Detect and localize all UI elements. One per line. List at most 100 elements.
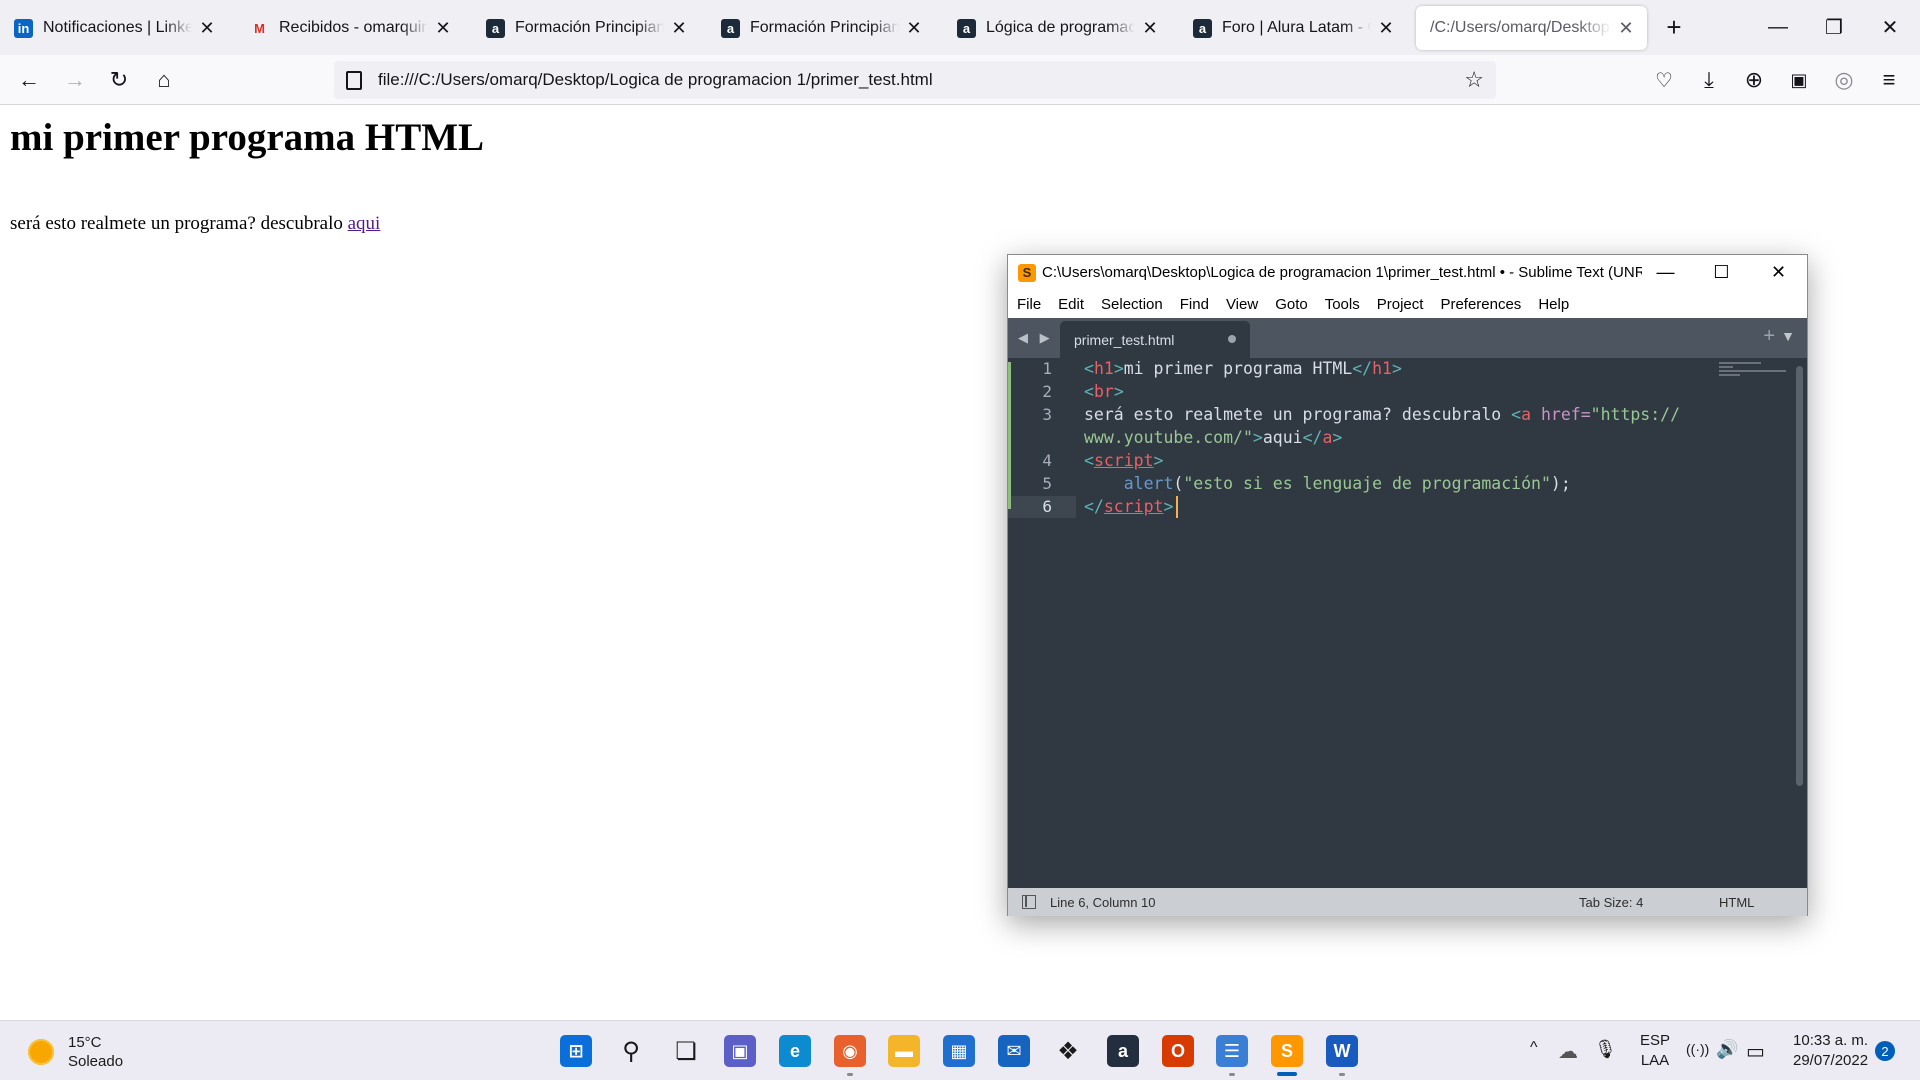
browser-tab-alura-2[interactable]: a Formación Principiante en Programación… [707, 6, 935, 50]
url-text[interactable]: file:///C:/Users/omarq/Desktop/Logica de… [378, 70, 1464, 90]
tab-close-icon[interactable]: ✕ [432, 17, 454, 39]
bookmark-star-icon[interactable]: ☆ [1464, 67, 1484, 93]
tab-nav-arrows-icon[interactable]: ◀ ▶ [1018, 330, 1054, 346]
code-line-4: <script> [1084, 451, 1164, 470]
microphone-icon[interactable]: 🎙 [1594, 1039, 1617, 1060]
notification-count-badge[interactable]: 2 [1875, 1041, 1895, 1061]
app-menu-icon[interactable]: ≡ [1872, 63, 1906, 97]
account-icon[interactable]: ◎ [1827, 63, 1861, 97]
forward-arrow-icon[interactable]: → [58, 63, 92, 97]
show-hidden-icons-chevron-icon[interactable]: ^ [1530, 1039, 1538, 1057]
line-number: 4 [1042, 451, 1052, 470]
sublime-window-title: C:\Users\omarq\Desktop\Logica de program… [1042, 264, 1642, 281]
tab-close-icon[interactable]: ✕ [903, 17, 925, 39]
browser-tab-gmail[interactable]: M Recibidos - omarquintero ✕ [236, 6, 464, 50]
menu-selection[interactable]: Selection [1101, 296, 1163, 313]
menu-view[interactable]: View [1226, 296, 1258, 313]
tab-list-dropdown-icon[interactable]: ▼ [1781, 328, 1795, 344]
microsoft-store-icon[interactable]: ▦ [943, 1035, 975, 1067]
sublime-minimize-icon[interactable]: — [1637, 255, 1694, 290]
code-editor[interactable]: 1 2 3 4 5 6 <h1>mi primer programa HTML<… [1008, 358, 1807, 888]
sublime-title-bar[interactable]: S C:\Users\omarq\Desktop\Logica de progr… [1008, 255, 1807, 290]
weather-temperature: 15°C [68, 1034, 102, 1051]
menu-file[interactable]: File [1017, 296, 1041, 313]
address-bar[interactable]: file:///C:/Users/omarq/Desktop/Logica de… [334, 61, 1496, 99]
tab-close-icon[interactable]: ✕ [196, 17, 218, 39]
tab-close-icon[interactable]: ✕ [668, 17, 690, 39]
tab-close-icon[interactable]: ✕ [1615, 17, 1637, 39]
cursor-position[interactable]: Line 6, Column 10 [1050, 895, 1156, 910]
tab-title: Formación Principiante en Programación [750, 19, 899, 36]
menu-goto[interactable]: Goto [1275, 296, 1308, 313]
code-line-6: </script> [1084, 497, 1174, 516]
text-caret [1176, 496, 1178, 518]
teams-chat-icon[interactable]: ▣ [724, 1035, 756, 1067]
menu-help[interactable]: Help [1538, 296, 1569, 313]
tab-close-icon[interactable]: ✕ [1375, 17, 1397, 39]
office-icon[interactable]: O [1162, 1035, 1194, 1067]
weather-widget[interactable]: 15°C Soleado [28, 1033, 123, 1071]
reload-icon[interactable]: ↻ [102, 63, 136, 97]
firefox-icon[interactable]: ◉ [834, 1035, 866, 1067]
mail-icon[interactable]: ✉ [998, 1035, 1030, 1067]
menu-tools[interactable]: Tools [1325, 296, 1360, 313]
line-number: 6 [1042, 497, 1052, 516]
wifi-icon[interactable]: ((·)) [1686, 1041, 1709, 1057]
tab-title: Recibidos - omarquintero [279, 19, 428, 36]
task-view-icon[interactable]: ❏ [670, 1035, 702, 1067]
sublime-status-bar: Line 6, Column 10 Tab Size: 4 HTML [1008, 888, 1807, 916]
aqui-link[interactable]: aqui [348, 213, 381, 234]
menu-edit[interactable]: Edit [1058, 296, 1084, 313]
syntax-indicator[interactable]: HTML [1719, 895, 1754, 910]
minimize-window-icon[interactable]: — [1760, 10, 1796, 44]
edge-icon[interactable]: e [779, 1035, 811, 1067]
pocket-icon[interactable]: ♡ [1647, 63, 1681, 97]
downloads-icon[interactable]: ⤓ [1692, 63, 1726, 97]
sublime-close-icon[interactable]: ✕ [1750, 255, 1807, 290]
alura-icon: a [721, 18, 740, 38]
sublime-text-icon[interactable]: S [1271, 1035, 1303, 1067]
menu-project[interactable]: Project [1377, 296, 1424, 313]
language-indicator[interactable]: ESP LAA [1640, 1031, 1670, 1071]
editor-tab-primer-test[interactable]: primer_test.html [1060, 321, 1250, 358]
home-icon[interactable]: ⌂ [147, 63, 181, 97]
new-file-tab-icon[interactable]: + [1763, 325, 1775, 348]
sublime-maximize-icon[interactable]: ☐ [1693, 255, 1750, 290]
search-extension-icon[interactable]: ⊕ [1737, 63, 1771, 97]
tab-title: Notificaciones | LinkedIn [43, 19, 192, 36]
browser-tab-alura-1[interactable]: a Formación Principiante en Programación… [472, 6, 700, 50]
extension-icon[interactable]: ▣ [1782, 63, 1816, 97]
browser-tab-linkedin[interactable]: in Notificaciones | LinkedIn ✕ [0, 6, 228, 50]
menu-preferences[interactable]: Preferences [1440, 296, 1521, 313]
restore-window-icon[interactable]: ❐ [1816, 10, 1852, 44]
tab-size-indicator[interactable]: Tab Size: 4 [1579, 895, 1643, 910]
onedrive-icon[interactable]: ☁ [1558, 1039, 1578, 1064]
start-button[interactable]: ⊞ [560, 1035, 592, 1067]
code-line-3-wrapped: www.youtube.com/">aqui</a> [1084, 428, 1343, 447]
volume-icon[interactable]: 🔊 [1716, 1039, 1738, 1060]
system-clock[interactable]: 10:33 a. m. 29/07/2022 [1793, 1031, 1868, 1071]
tab-close-icon[interactable]: ✕ [1139, 17, 1161, 39]
back-arrow-icon[interactable]: ← [12, 63, 46, 97]
browser-tab-active-file[interactable]: /C:/Users/omarq/Desktop/Logica de progra… [1416, 6, 1647, 50]
unsaved-dot-icon[interactable] [1228, 335, 1236, 343]
battery-icon[interactable]: ▭ [1746, 1039, 1765, 1064]
editor-scrollbar[interactable] [1796, 366, 1803, 786]
minimap[interactable] [1719, 362, 1789, 382]
file-explorer-icon[interactable]: ▬ [888, 1035, 920, 1067]
sublime-logo-icon: S [1018, 263, 1036, 282]
tab-title: Lógica de programación [986, 19, 1135, 36]
alura-icon: a [486, 18, 505, 38]
word-icon[interactable]: W [1326, 1035, 1358, 1067]
browser-tab-foro[interactable]: a Foro | Alura Latam - Cursos ✕ [1179, 6, 1407, 50]
new-tab-button[interactable]: + [1660, 14, 1688, 42]
search-icon[interactable]: ⚲ [615, 1035, 647, 1067]
notepad-icon[interactable]: ☰ [1216, 1035, 1248, 1067]
browser-tab-strip: in Notificaciones | LinkedIn ✕ M Recibid… [0, 0, 1920, 55]
browser-tab-logica[interactable]: a Lógica de programación ✕ [943, 6, 1171, 50]
dropbox-icon[interactable]: ❖ [1052, 1035, 1084, 1067]
amazon-icon[interactable]: a [1107, 1035, 1139, 1067]
close-window-icon[interactable]: ✕ [1872, 10, 1908, 44]
menu-find[interactable]: Find [1180, 296, 1209, 313]
side-panel-toggle-icon[interactable] [1022, 895, 1036, 909]
